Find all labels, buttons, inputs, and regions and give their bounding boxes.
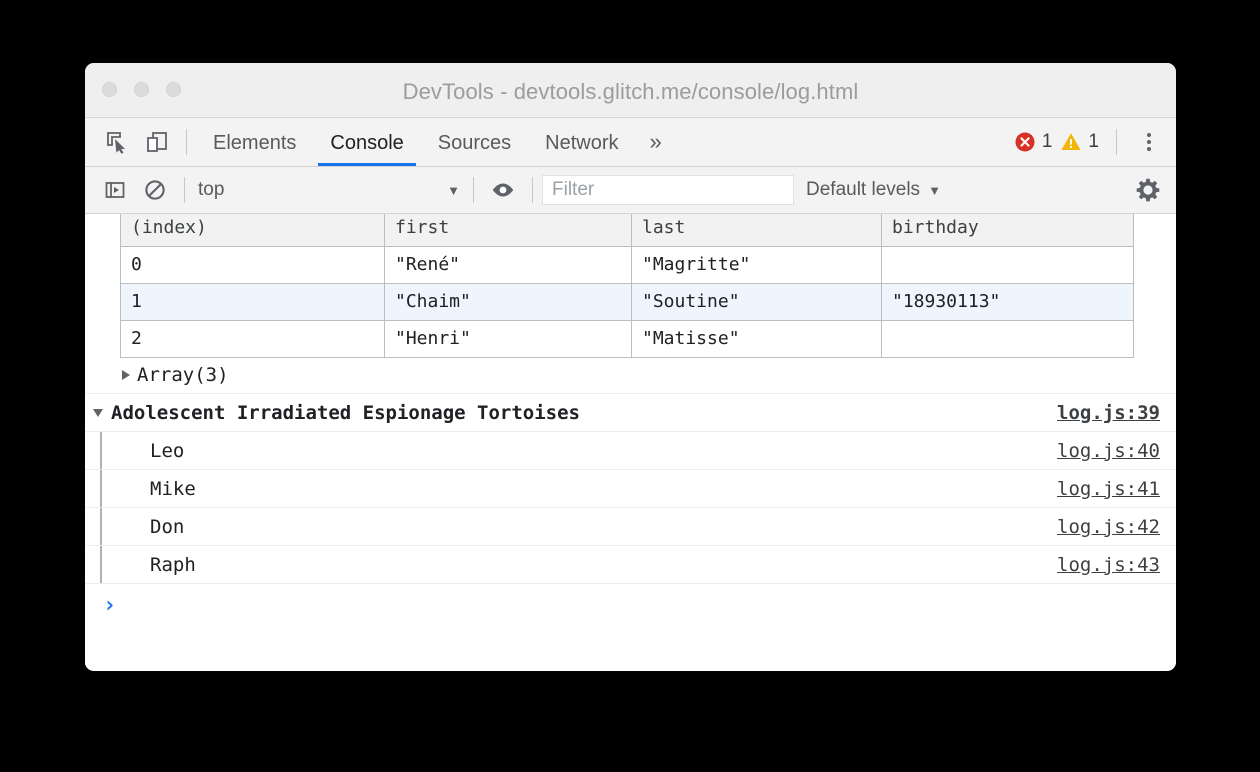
log-levels-label: Default levels [806, 179, 920, 201]
cell-index: 2 [121, 321, 385, 358]
toolbar-divider-1 [184, 177, 185, 203]
device-toolbar-icon[interactable] [137, 122, 177, 162]
tab-sources[interactable]: Sources [421, 118, 528, 166]
array-label: Array(3) [137, 364, 229, 386]
table-row[interactable]: 2 "Henri" "Matisse" [121, 321, 1134, 358]
error-icon [1014, 131, 1036, 153]
toolbar-divider-2 [473, 177, 474, 203]
cell-first: "Chaim" [385, 284, 632, 321]
console-sidebar-icon[interactable] [95, 170, 135, 210]
tab-console[interactable]: Console [313, 118, 420, 166]
console-message-row[interactable]: Mike log.js:41 [85, 469, 1176, 507]
column-header-index[interactable]: (index) [121, 214, 385, 247]
cell-last: "Magritte" [632, 247, 882, 284]
source-link[interactable]: log.js:43 [1057, 554, 1176, 576]
console-message-row[interactable]: Raph log.js:43 [85, 545, 1176, 583]
toolbar-divider-3 [532, 177, 533, 203]
message-text: Mike [150, 478, 196, 500]
source-link[interactable]: log.js:41 [1057, 478, 1176, 500]
error-count-badge[interactable]: 1 [1014, 131, 1053, 153]
console-table-wrapper: (index) first last birthday 0 "René" "Ma… [85, 214, 1176, 358]
cell-last: "Soutine" [632, 284, 882, 321]
console-prompt[interactable]: › [85, 583, 1176, 628]
kebab-menu-icon[interactable] [1132, 125, 1166, 159]
title-bar: DevTools - devtools.glitch.me/console/lo… [85, 63, 1176, 118]
filter-input[interactable] [542, 175, 794, 205]
cell-index: 1 [121, 284, 385, 321]
source-link[interactable]: log.js:40 [1057, 440, 1176, 462]
table-header-row: (index) first last birthday [121, 214, 1134, 247]
execution-context-dropdown[interactable]: top ▼ [194, 175, 464, 205]
table-row[interactable]: 0 "René" "Magritte" [121, 247, 1134, 284]
status-divider [1116, 129, 1117, 155]
error-count: 1 [1042, 131, 1053, 153]
message-text: Raph [150, 554, 196, 576]
chevron-down-icon: ▼ [447, 183, 460, 198]
message-text: Leo [150, 440, 184, 462]
tab-elements[interactable]: Elements [196, 118, 313, 166]
log-levels-dropdown[interactable]: Default levels ▼ [806, 179, 945, 201]
cell-birthday [882, 247, 1134, 284]
column-header-first[interactable]: first [385, 214, 632, 247]
clear-console-icon[interactable] [135, 170, 175, 210]
tab-network[interactable]: Network [528, 118, 635, 166]
inspect-element-icon[interactable] [97, 122, 137, 162]
cell-birthday [882, 321, 1134, 358]
column-header-last[interactable]: last [632, 214, 882, 247]
column-header-birthday[interactable]: birthday [882, 214, 1134, 247]
more-tabs-chevron-icon[interactable]: » [636, 118, 676, 166]
source-link[interactable]: log.js:39 [1057, 402, 1176, 424]
window-title: DevTools - devtools.glitch.me/console/lo… [85, 79, 1176, 105]
warning-icon [1060, 131, 1082, 153]
execution-context-value: top [194, 179, 447, 201]
cell-birthday: "18930113" [882, 284, 1134, 321]
warning-count-badge[interactable]: 1 [1060, 131, 1099, 153]
console-group-header[interactable]: Adolescent Irradiated Espionage Tortoise… [85, 393, 1176, 431]
message-text: Don [150, 516, 184, 538]
devtools-window: DevTools - devtools.glitch.me/console/lo… [85, 63, 1176, 671]
triangle-down-icon[interactable] [93, 409, 103, 417]
cell-first: "Henri" [385, 321, 632, 358]
triangle-right-icon[interactable] [122, 370, 130, 380]
live-expression-eye-icon[interactable] [483, 170, 523, 210]
group-title: Adolescent Irradiated Espionage Tortoise… [111, 402, 580, 424]
tabbar-status-area: 1 1 [1014, 125, 1176, 159]
devtools-tab-bar: Elements Console Sources Network » 1 1 [85, 118, 1176, 167]
tabbar-divider [186, 129, 187, 155]
console-group-children: Leo log.js:40 Mike log.js:41 Don log.js:… [85, 431, 1176, 583]
cell-last: "Matisse" [632, 321, 882, 358]
console-table: (index) first last birthday 0 "René" "Ma… [120, 214, 1134, 358]
console-message-area[interactable]: (index) first last birthday 0 "René" "Ma… [85, 214, 1176, 670]
cell-first: "René" [385, 247, 632, 284]
console-message-row[interactable]: Don log.js:42 [85, 507, 1176, 545]
warning-count: 1 [1088, 131, 1099, 153]
settings-gear-icon[interactable] [1130, 172, 1166, 208]
chevron-down-icon: ▼ [928, 183, 941, 198]
array-disclosure-row[interactable]: Array(3) [85, 358, 1176, 393]
console-message-row[interactable]: Leo log.js:40 [85, 431, 1176, 469]
console-toolbar: top ▼ Default levels ▼ [85, 167, 1176, 214]
cell-index: 0 [121, 247, 385, 284]
table-row[interactable]: 1 "Chaim" "Soutine" "18930113" [121, 284, 1134, 321]
prompt-chevron-icon: › [103, 595, 116, 617]
source-link[interactable]: log.js:42 [1057, 516, 1176, 538]
